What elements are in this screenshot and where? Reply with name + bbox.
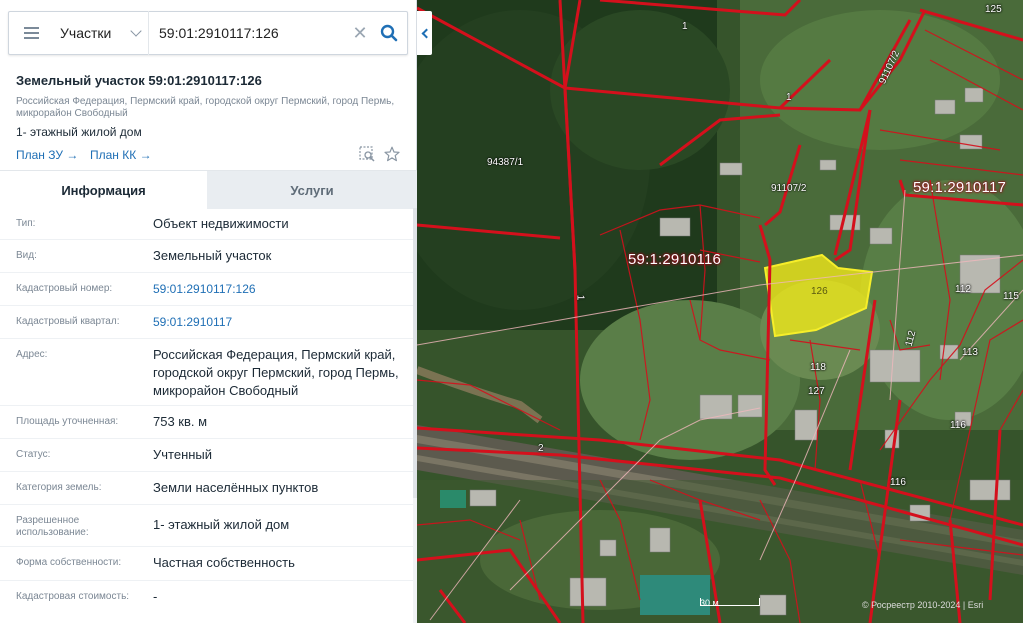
info-row-type: Тип: Объект недвижимости <box>0 208 413 240</box>
info-label: Кадастровая стоимость: <box>16 591 130 602</box>
menu-icon[interactable] <box>9 11 54 55</box>
plot-label-113[interactable]: 113 <box>962 347 978 358</box>
zoom-to-object-icon <box>359 146 375 162</box>
info-row-address: Адрес: Российская Федерация, Пермский кр… <box>0 339 413 406</box>
info-row-permitted-use: Разрешенное использование: 1- этажный жи… <box>0 505 413 547</box>
quarter-label-2910117: 59:1:2910117 <box>913 179 1007 196</box>
info-value: 1- этажный жилой дом <box>153 517 290 532</box>
info-value: 753 кв. м <box>153 414 208 429</box>
info-value: Российская Федерация, Пермский край, гор… <box>153 347 399 398</box>
info-label: Статус: <box>16 449 51 460</box>
info-panel: Участки ✕ Земельный участок 59:01:291011… <box>0 0 417 623</box>
info-row-category: Категория земель: Земли населённых пункт… <box>0 472 413 505</box>
chevron-left-icon <box>421 28 431 38</box>
star-icon <box>384 146 400 162</box>
plot-label-2: 2 <box>538 443 544 454</box>
object-usage: 1- этажный жилой дом <box>16 125 142 139</box>
info-value: - <box>153 589 158 604</box>
quarter-label-2910116: 59:1:2910116 <box>628 251 722 268</box>
info-row-cost: Кадастровая стоимость: - <box>0 581 413 614</box>
plot-label-126[interactable]: 126 <box>811 286 828 297</box>
cad-number-link[interactable]: 59:01:2910117:126 <box>146 273 413 305</box>
object-address: Российская Федерация, Пермский край, гор… <box>16 96 395 119</box>
info-label: Кадастровый квартал: <box>16 316 120 327</box>
info-label: Тип: <box>16 218 36 229</box>
chevron-down-icon <box>130 25 142 37</box>
plot-label-1-a: 1 <box>682 21 688 32</box>
plot-label-91107-2: 91107/2 <box>771 183 807 194</box>
plot-label-116-b[interactable]: 116 <box>890 477 906 488</box>
search-icon <box>380 24 398 42</box>
plan-kk-link[interactable]: План КК → <box>90 148 152 162</box>
plot-label-127[interactable]: 127 <box>808 386 825 397</box>
object-title: Земельный участок 59:01:2910117:126 <box>16 73 262 88</box>
plot-label-1-c: 1 <box>574 294 586 301</box>
tab-info[interactable]: Информация <box>0 171 207 209</box>
plot-label-125[interactable]: 125 <box>985 4 1002 15</box>
info-value: Учтенный <box>153 447 213 462</box>
info-table: Тип: Объект недвижимости Вид: Земельный … <box>0 208 413 614</box>
info-label: Площадь уточненная: <box>16 416 119 427</box>
info-row-ownership: Форма собственности: Частная собственнос… <box>0 547 413 581</box>
info-label: Форма собственности: <box>16 557 122 568</box>
scrollbar[interactable] <box>413 208 417 623</box>
info-row-status: Статус: Учтенный <box>0 439 413 472</box>
search-bar: Участки ✕ <box>8 11 408 55</box>
plot-label-115[interactable]: 115 <box>1003 291 1019 302</box>
plot-label-118[interactable]: 118 <box>810 362 826 373</box>
info-label: Адрес: <box>16 349 48 360</box>
info-row-cad-quarter: Кадастровый квартал: 59:01:2910117 <box>0 306 413 339</box>
info-value: Земельный участок <box>153 248 272 263</box>
info-value: Частная собственность <box>153 555 295 570</box>
info-label: Кадастровый номер: <box>16 283 113 294</box>
info-row-area: Площадь уточненная: 753 кв. м <box>0 406 413 439</box>
info-value: Земли населённых пунктов <box>153 480 319 495</box>
zoom-to-object-button[interactable] <box>358 145 376 163</box>
tab-services[interactable]: Услуги <box>207 171 417 209</box>
info-label: Вид: <box>16 250 37 261</box>
map-copyright: © Росреестр 2010-2024 | Esri <box>862 600 984 610</box>
search-button[interactable] <box>371 11 407 55</box>
scale-label: 30 м <box>700 598 719 608</box>
info-label: Разрешенное использование: <box>16 515 89 538</box>
plot-label-1-b: 1 <box>786 92 792 103</box>
info-row-kind: Вид: Земельный участок <box>0 240 413 273</box>
info-value: Объект недвижимости <box>153 216 289 231</box>
search-input[interactable] <box>149 13 349 53</box>
object-type-select[interactable]: Участки <box>54 11 149 55</box>
favorite-button[interactable] <box>383 145 401 163</box>
clear-icon[interactable]: ✕ <box>349 24 371 42</box>
plot-label-116[interactable]: 116 <box>950 420 966 431</box>
tabs: Информация Услуги <box>0 170 417 209</box>
plot-label-94387-1: 94387/1 <box>487 157 524 168</box>
collapse-panel-button[interactable] <box>417 11 432 55</box>
info-label: Категория земель: <box>16 482 102 493</box>
scrollbar-thumb[interactable] <box>413 208 417 498</box>
cad-quarter-link[interactable]: 59:01:2910117 <box>146 306 413 338</box>
object-type-value: Участки <box>60 25 112 41</box>
plan-zu-link[interactable]: План ЗУ → <box>16 148 78 162</box>
plot-label-112[interactable]: 112 <box>955 284 971 295</box>
info-row-cad-number: Кадастровый номер: 59:01:2910117:126 <box>0 273 413 306</box>
